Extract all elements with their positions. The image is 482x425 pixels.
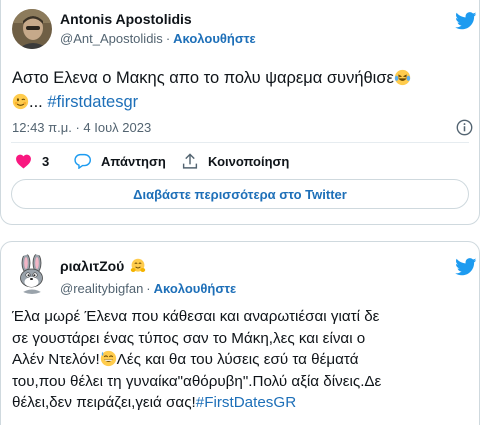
- share-button[interactable]: Κοινοποίηση: [182, 153, 289, 170]
- tweet-card: ριαλιτΖού @realitybigfan · Ακολουθήστε Έλα…: [0, 241, 480, 425]
- laughing-tears-emoji: [394, 69, 411, 86]
- tweet-text-line: σε γουστάρει ένας τύπος σαν το Μάκη,λες …: [12, 329, 366, 347]
- user-handle[interactable]: @realitybigfan: [60, 281, 143, 296]
- tweet-card: Antonis Apostolidis @Ant_Apostolidis · Ακο…: [0, 0, 480, 225]
- tweet-text-line: Έλα μωρέ Έλενα που κάθεσαι και αναρωτιέσ…: [12, 308, 380, 325]
- user-handle[interactable]: @Ant_Apostolidis: [60, 31, 163, 46]
- divider: [11, 142, 469, 143]
- hugging-face-emoji: [131, 258, 146, 272]
- like-count: 3: [42, 153, 50, 169]
- grinning-sweat-emoji: [100, 350, 116, 367]
- share-label: Κοινοποίηση: [208, 154, 290, 169]
- tweet-text-line: Αλέν Ντελόν!: [12, 351, 100, 368]
- twitter-bird-icon[interactable]: [455, 12, 477, 30]
- read-more-button[interactable]: Διαβάστε περισσότερα στο Twitter: [11, 179, 469, 209]
- follow-link[interactable]: Ακολουθήστε: [154, 281, 237, 296]
- timestamp[interactable]: 12:43 π.μ. · 4 Ιουλ 2023: [12, 120, 151, 135]
- hashtag-link[interactable]: #firstdatesgr: [47, 93, 138, 111]
- ellipsis: ...: [29, 93, 43, 111]
- tweet-text: Αστο Ελενα ο Μακης απο το πολυ ψαρεμα συ…: [12, 66, 474, 114]
- tweet-text-line: Αστο Ελενα ο Μακης απο το πολυ ψαρεμα συ…: [12, 69, 394, 87]
- reply-button[interactable]: Απάντηση: [74, 153, 166, 169]
- handle-line: @Ant_Apostolidis · Ακολουθήστε: [60, 31, 256, 46]
- hashtag-link[interactable]: #FirstDatesGR: [196, 394, 296, 411]
- separator: ·: [165, 31, 171, 46]
- avatar[interactable]: [12, 254, 52, 294]
- heart-icon: [16, 154, 31, 169]
- share-icon: [182, 153, 198, 169]
- separator: ·: [146, 281, 151, 296]
- winking-face-emoji: [12, 93, 29, 110]
- follow-link[interactable]: Ακολουθήστε: [173, 31, 256, 46]
- avatar[interactable]: [12, 9, 52, 49]
- handle-line: @realitybigfan · Ακολουθήστε: [60, 281, 236, 296]
- display-name[interactable]: Antonis Apostolidis: [60, 11, 192, 27]
- twitter-bird-icon[interactable]: [455, 258, 477, 276]
- tweet-text-line: του,που θέλει τη γυναίκα"αθόρυβη".Πολύ α…: [12, 372, 382, 390]
- like-button[interactable]: 3: [15, 153, 49, 169]
- tweet-text-line: θέλει,δεν πειράζει,γειά σας!: [12, 394, 196, 411]
- tweet-text: Έλα μωρέ Έλενα που κάθεσαι και αναρωτιέσ…: [12, 306, 478, 414]
- display-name-row: ριαλιτΖού: [60, 258, 146, 274]
- reply-bubble-icon: [74, 153, 91, 169]
- reply-label: Απάντηση: [101, 153, 166, 169]
- tweet-text-line: Λές και θα του λύσεις εσύ τα θέματά: [116, 351, 359, 368]
- display-name[interactable]: ριαλιτΖού: [60, 258, 124, 274]
- info-icon[interactable]: [456, 119, 473, 136]
